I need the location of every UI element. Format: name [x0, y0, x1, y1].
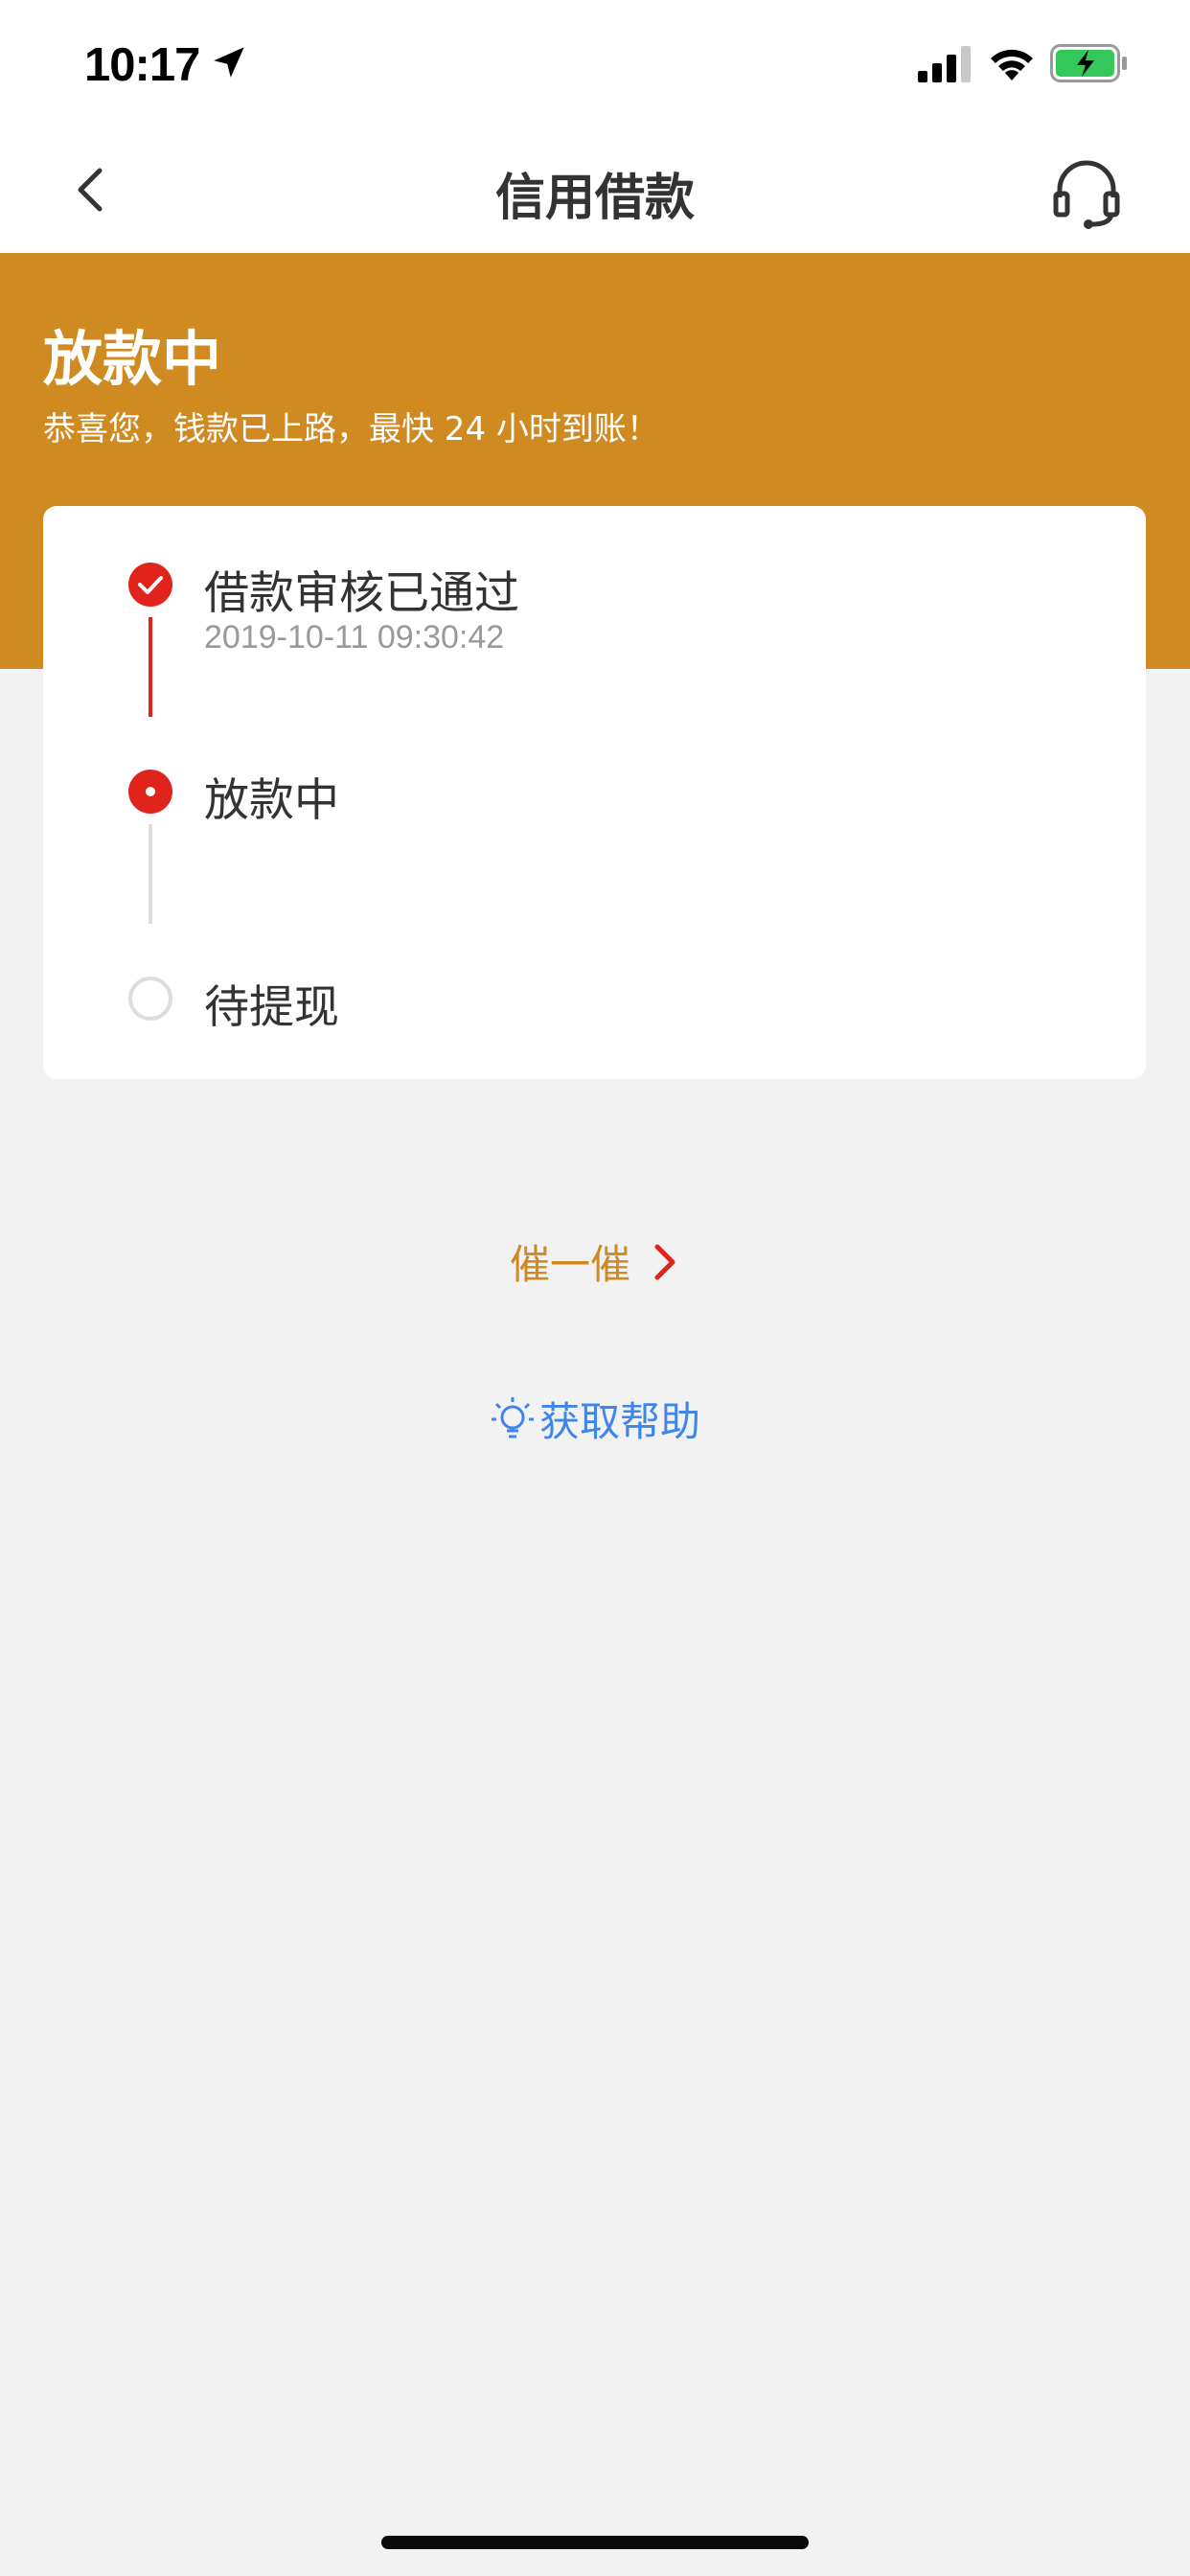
get-help-link[interactable]: 获取帮助 [0, 1390, 1190, 1454]
page-title: 信用借款 [494, 170, 695, 227]
step-label: 借款审核已通过 [204, 567, 519, 620]
empty-circle-icon [128, 977, 172, 1021]
urge-button[interactable]: 催一催 [0, 1232, 1190, 1291]
progress-line-pending [149, 824, 152, 924]
chevron-right-icon [654, 1244, 675, 1279]
battery-charging-icon [1050, 44, 1127, 82]
status-title: 放款中 [43, 324, 222, 394]
nav-bar: 信用借款 [0, 126, 1190, 253]
progress-card: 借款审核已通过 2019-10-11 09:30:42 放款中 待提现 [43, 506, 1146, 1079]
location-arrow-icon [214, 47, 244, 78]
step-label: 放款中 [204, 774, 339, 827]
status-subtitle: 恭喜您，钱款已上路，最快 24 小时到账！ [43, 410, 659, 448]
progress-line-done [149, 617, 152, 717]
status-time: 10:17 [84, 39, 200, 91]
get-help-label: 获取帮助 [538, 1398, 700, 1445]
current-step-dot-icon [128, 770, 172, 814]
check-circle-icon [128, 563, 172, 607]
cellular-signal-icon [918, 46, 971, 82]
lightbulb-icon [491, 1396, 534, 1438]
step-time: 2019-10-11 09:30:42 [204, 619, 505, 656]
urge-label: 催一催 [509, 1241, 630, 1288]
wifi-icon [991, 49, 1033, 80]
status-bar: 10:17 [0, 0, 1190, 126]
headset-icon[interactable] [1048, 155, 1125, 232]
step-label: 待提现 [204, 981, 339, 1034]
home-indicator[interactable] [381, 2536, 809, 2549]
